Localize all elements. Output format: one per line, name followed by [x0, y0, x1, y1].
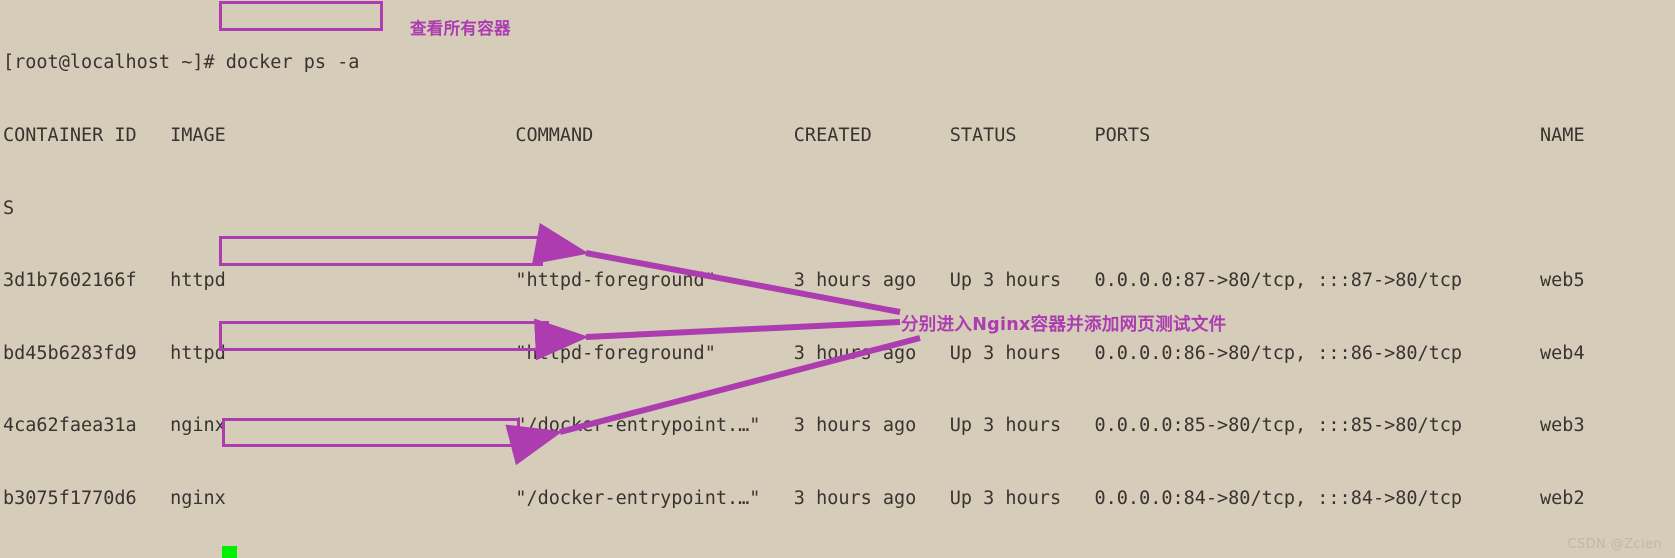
annotation-enter-nginx-containers: 分别进入Nginx容器并添加网页测试文件 — [901, 315, 1227, 335]
terminal-line: S — [3, 197, 15, 219]
terminal-screenshot: [root@localhost ~]# docker ps -a CONTAIN… — [0, 0, 1675, 558]
terminal-cursor — [222, 546, 237, 558]
terminal-line: bd45b6283fd9 httpd "httpd-foreground" 3 … — [3, 342, 1585, 364]
terminal-line: 4ca62faea31a nginx "/docker-entrypoint.…… — [3, 415, 1585, 437]
terminal-line: CONTAINER ID IMAGE COMMAND CREATED STATU… — [3, 125, 1585, 146]
terminal-line: [root@localhost ~]# docker ps -a — [3, 52, 360, 74]
terminal-line: 3d1b7602166f httpd "httpd-foreground" 3 … — [3, 270, 1585, 292]
terminal-output[interactable]: [root@localhost ~]# docker ps -a CONTAIN… — [0, 0, 1675, 558]
annotation-view-all-containers: 查看所有容器 — [410, 19, 511, 38]
watermark: CSDN @Zcien — [1567, 537, 1662, 552]
terminal-line: b3075f1770d6 nginx "/docker-entrypoint.…… — [3, 487, 1585, 509]
